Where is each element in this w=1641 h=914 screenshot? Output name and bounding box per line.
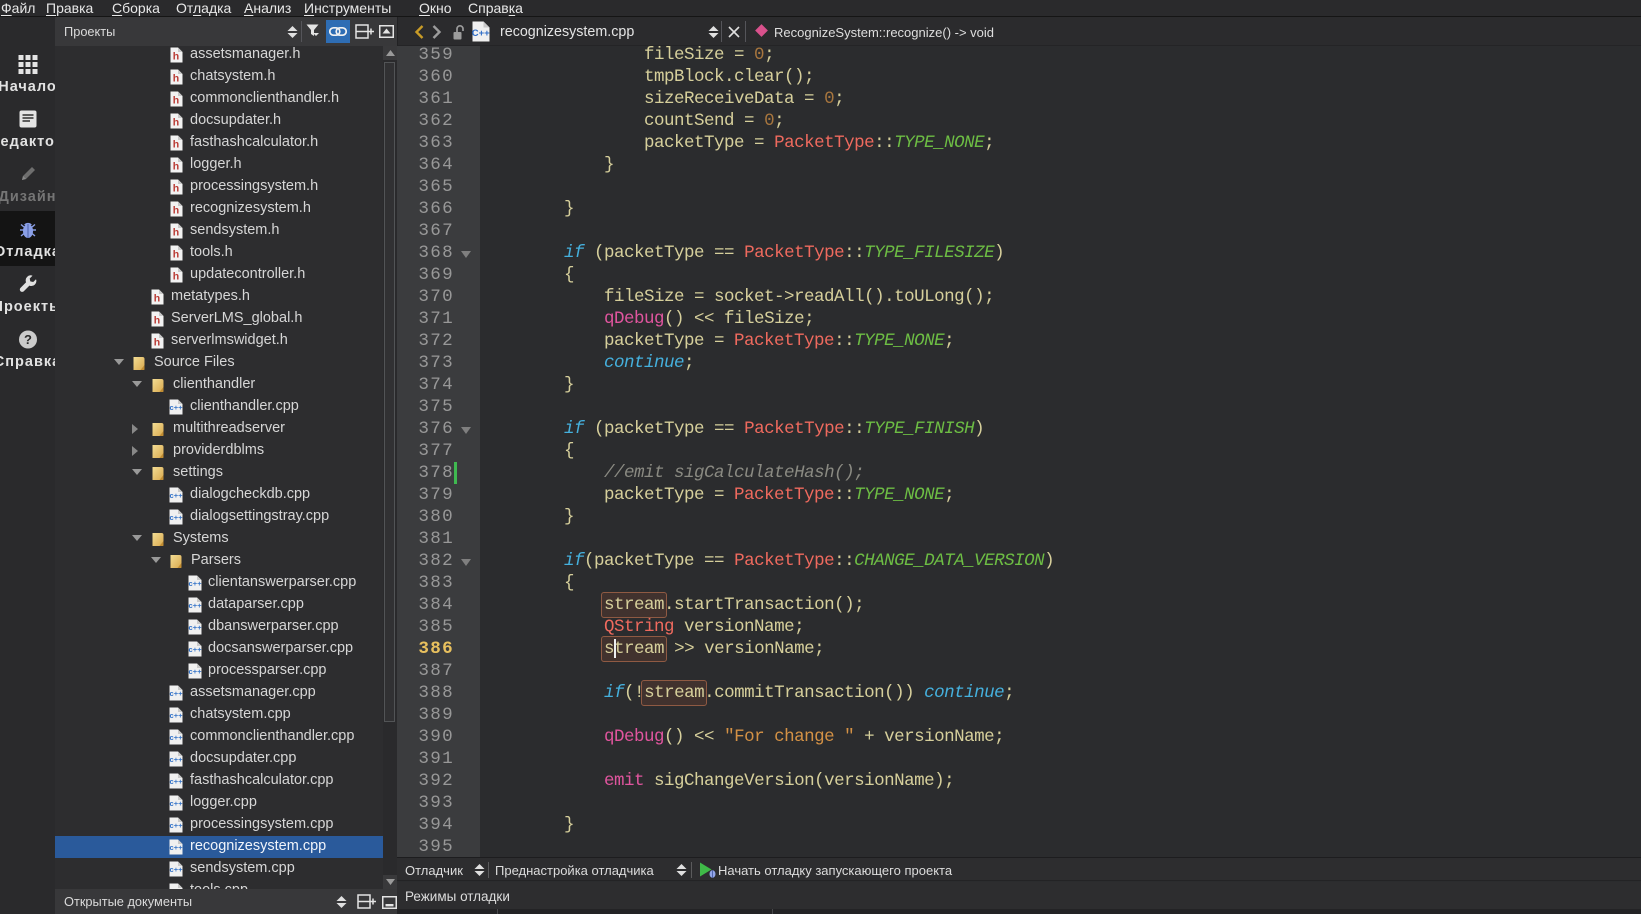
svg-text:h: h (173, 183, 179, 195)
svg-text:h: h (173, 161, 179, 173)
svg-text:h: h (173, 205, 179, 217)
svg-text:h: h (173, 73, 179, 85)
svg-text:C++: C++ (472, 28, 490, 39)
svg-text:c++: c++ (189, 645, 202, 654)
svg-text:c++: c++ (170, 799, 183, 808)
svg-text:h: h (154, 293, 160, 305)
svg-text:h: h (173, 117, 179, 129)
svg-text:h: h (173, 139, 179, 151)
svg-text:c++: c++ (170, 733, 183, 742)
svg-text:c++: c++ (189, 623, 202, 632)
svg-text:c++: c++ (189, 601, 202, 610)
svg-text:c++: c++ (170, 491, 183, 500)
svg-text:c++: c++ (170, 821, 183, 830)
svg-text:h: h (173, 227, 179, 239)
svg-text:h: h (154, 337, 160, 349)
svg-text:c++: c++ (170, 843, 183, 852)
svg-text:c++: c++ (170, 403, 183, 412)
svg-text:c++: c++ (170, 865, 183, 874)
svg-text:c++: c++ (170, 777, 183, 786)
svg-text:h: h (173, 271, 179, 283)
svg-text:c++: c++ (170, 711, 183, 720)
svg-text:c++: c++ (170, 755, 183, 764)
svg-text:c++: c++ (189, 667, 202, 676)
svg-text:c++: c++ (170, 689, 183, 698)
svg-text:c++: c++ (189, 579, 202, 588)
svg-text:h: h (173, 51, 179, 63)
svg-text:h: h (173, 95, 179, 107)
svg-text:c++: c++ (170, 513, 183, 522)
svg-text:?: ? (24, 332, 32, 347)
svg-text:h: h (173, 249, 179, 261)
svg-text:h: h (154, 315, 160, 327)
